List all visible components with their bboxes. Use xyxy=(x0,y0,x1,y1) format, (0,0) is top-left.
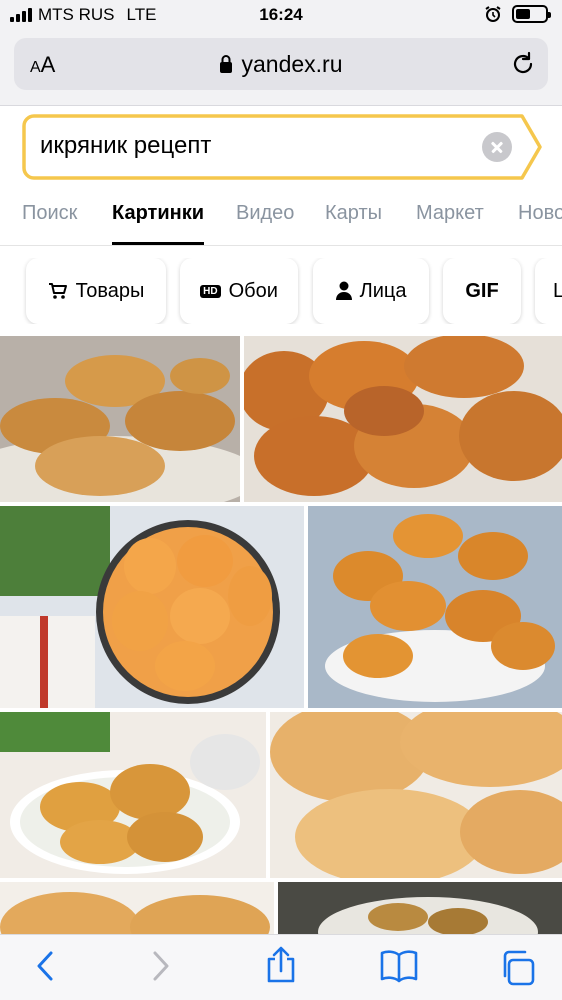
chip-more-label: L xyxy=(553,279,562,302)
image-results xyxy=(0,336,562,936)
chip-goods-label: Товары xyxy=(75,279,145,302)
battery-icon xyxy=(512,5,551,23)
tab-search[interactable]: Поиск xyxy=(22,202,77,225)
image-result[interactable] xyxy=(0,882,274,936)
photo-fritters xyxy=(0,506,304,708)
photo-fritters xyxy=(0,712,266,878)
image-result[interactable] xyxy=(0,336,240,502)
chip-gif[interactable]: GIF xyxy=(443,258,521,324)
clear-search-button[interactable] xyxy=(482,132,512,162)
domain-text: yandex.ru xyxy=(241,51,343,77)
clock: 16:24 xyxy=(259,5,303,24)
tab-news[interactable]: Новости xyxy=(518,202,562,225)
chip-wallpapers[interactable]: HD Обои xyxy=(180,258,298,324)
tabs-icon[interactable] xyxy=(498,949,536,987)
tab-market[interactable]: Маркет xyxy=(416,202,484,225)
status-bar: MTS RUS LTE 16:24 xyxy=(0,0,562,30)
photo-fritters xyxy=(0,882,274,936)
image-result[interactable] xyxy=(270,712,562,878)
forward-icon[interactable] xyxy=(146,949,174,983)
back-icon[interactable] xyxy=(32,949,60,983)
photo-fritters xyxy=(0,336,240,502)
chip-gif-label: GIF xyxy=(465,279,499,302)
alarm-icon xyxy=(485,6,501,22)
image-result[interactable] xyxy=(278,882,562,936)
search-field[interactable]: икряник рецепт xyxy=(22,114,542,180)
address-bar[interactable]: AA yandex.ru xyxy=(14,38,548,90)
photo-fritters xyxy=(270,712,562,878)
image-result[interactable] xyxy=(0,712,266,878)
image-result[interactable] xyxy=(308,506,562,708)
search-input[interactable]: икряник рецепт xyxy=(40,132,211,160)
reload-icon[interactable] xyxy=(510,51,536,77)
tab-images[interactable]: Картинки xyxy=(112,202,205,245)
address-domain[interactable]: yandex.ru xyxy=(14,51,548,78)
chip-wallpapers-label: Обои xyxy=(228,279,278,302)
chip-faces-label: Лица xyxy=(359,279,407,302)
filter-chips: Товары HD Обои Лица GIF L xyxy=(0,258,562,324)
bookmarks-icon[interactable] xyxy=(380,949,418,983)
share-icon[interactable] xyxy=(264,945,298,985)
cart-icon xyxy=(48,283,67,299)
browser-header: AA yandex.ru xyxy=(0,30,562,106)
photo-fritters xyxy=(278,882,562,936)
search-tabs: Поиск Картинки Видео Карты Маркет Новост… xyxy=(0,186,562,246)
hd-icon: HD xyxy=(200,284,221,298)
chip-goods[interactable]: Товары xyxy=(26,258,166,324)
photo-fritters xyxy=(244,336,562,502)
image-result[interactable] xyxy=(0,506,304,708)
image-result[interactable] xyxy=(244,336,562,502)
chip-faces[interactable]: Лица xyxy=(313,258,429,324)
tab-maps[interactable]: Карты xyxy=(325,202,382,225)
lock-icon xyxy=(220,55,233,73)
person-icon xyxy=(335,281,352,300)
browser-toolbar xyxy=(0,934,562,1000)
photo-fritters xyxy=(308,506,562,708)
chip-more[interactable]: L xyxy=(535,258,562,324)
tab-video[interactable]: Видео xyxy=(236,202,294,225)
